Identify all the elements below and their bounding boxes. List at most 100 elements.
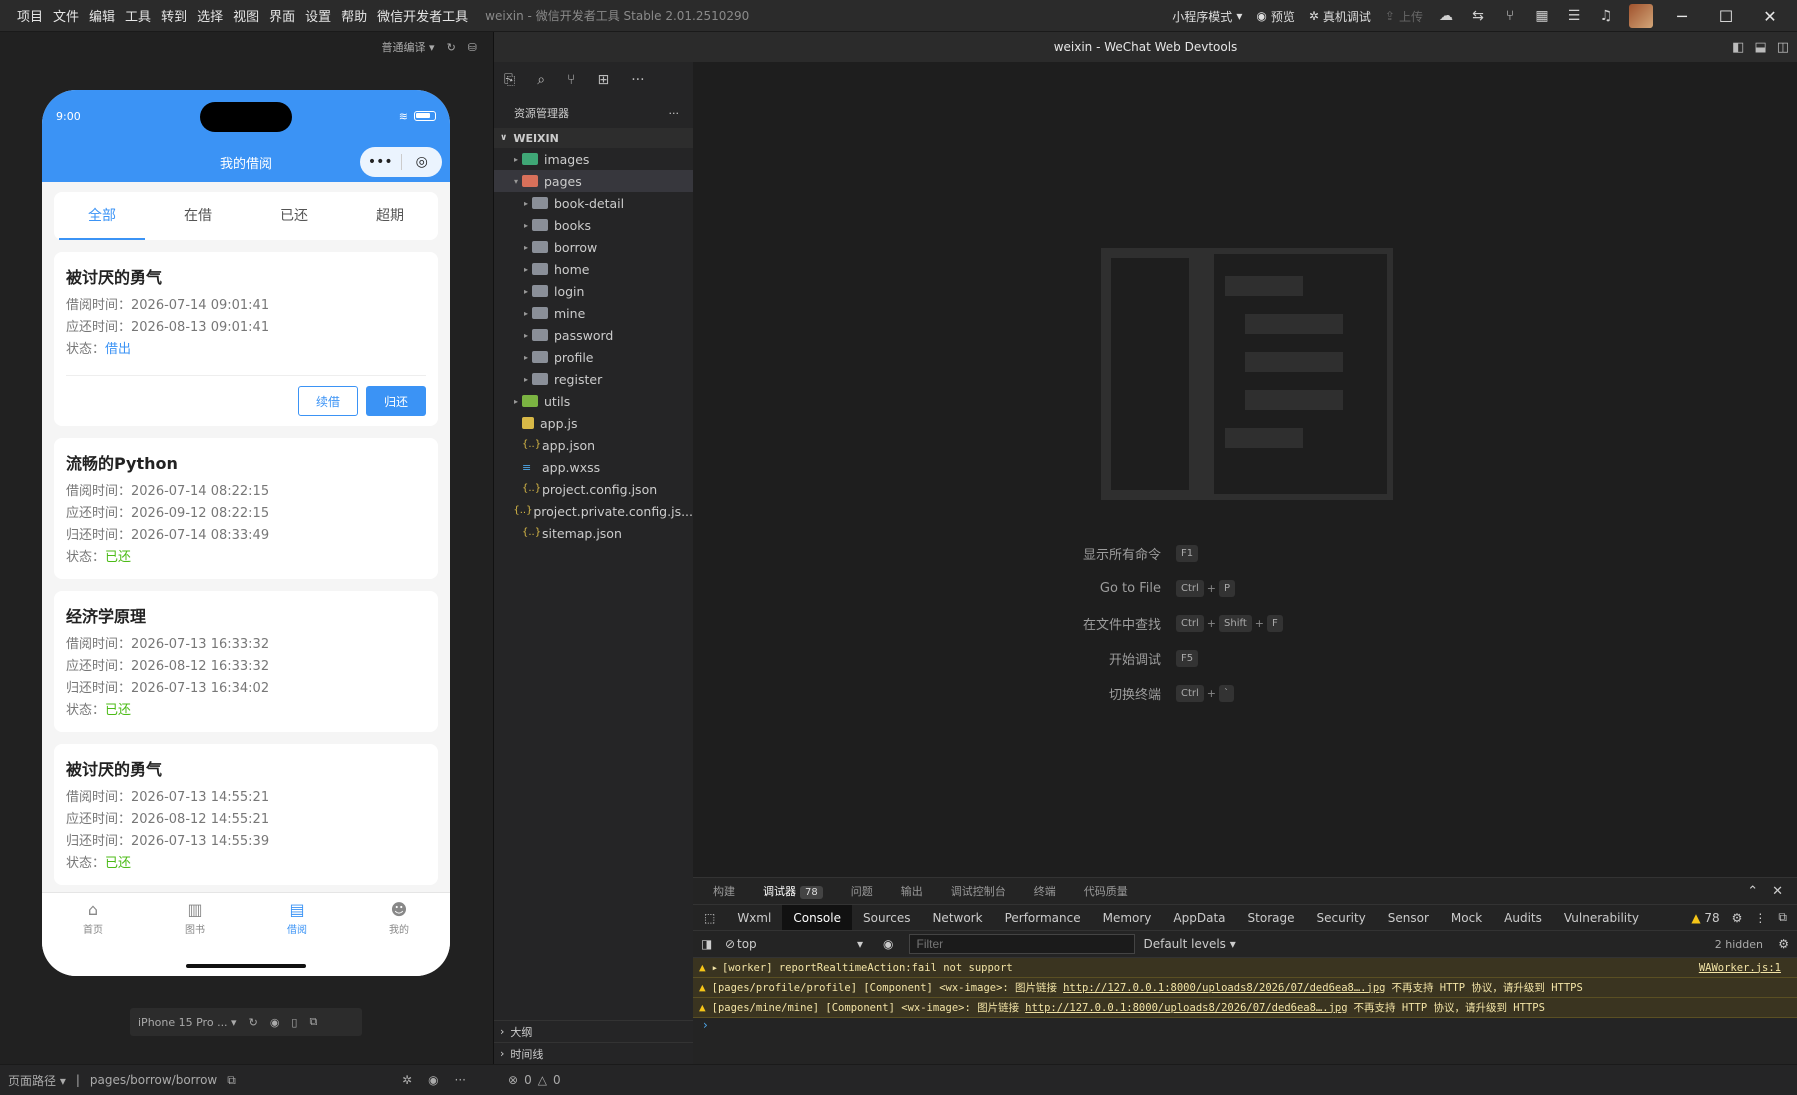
layout-icon[interactable]: ▦ xyxy=(1533,7,1551,25)
file-tree-item[interactable]: ≡ app.wxss xyxy=(494,456,693,478)
tabbar-home[interactable]: ⌂ 首页 xyxy=(42,899,144,976)
upload-button[interactable]: ⇪ 上传 xyxy=(1385,8,1423,25)
rotate-icon[interactable]: ↻ xyxy=(249,1016,258,1029)
avatar[interactable] xyxy=(1629,4,1653,28)
menu-project[interactable]: 项目 xyxy=(12,6,48,25)
menu-tools[interactable]: 工具 xyxy=(120,6,156,25)
preview-button[interactable]: ◉ 预览 xyxy=(1256,8,1295,25)
file-tree-item[interactable]: {..} app.json xyxy=(494,434,693,456)
cloud-icon[interactable]: ☁ xyxy=(1437,7,1455,25)
explorer-root[interactable]: ∨ WEIXIN xyxy=(494,128,693,148)
tab-audits[interactable]: Audits xyxy=(1493,905,1553,931)
tab-storage[interactable]: Storage xyxy=(1237,905,1306,931)
clear-console-icon[interactable]: ⊘ xyxy=(725,937,735,951)
file-tree-item[interactable]: {..} project.private.config.js... xyxy=(494,500,693,522)
file-tree-item[interactable]: ▸ home xyxy=(494,258,693,280)
menu-icon[interactable]: ☰ xyxy=(1565,7,1583,25)
tab-debug-console[interactable]: 调试控制台 xyxy=(951,883,1006,899)
mode-dropdown[interactable]: 小程序模式 ▾ xyxy=(1172,8,1242,25)
tab-returned[interactable]: 已还 xyxy=(246,192,342,240)
expand-triangle-icon[interactable]: ▸ xyxy=(712,962,718,974)
tab-sensor[interactable]: Sensor xyxy=(1377,905,1440,931)
branch-icon[interactable]: ⑂ xyxy=(1501,7,1519,25)
bug-icon[interactable]: ✲ xyxy=(402,1073,412,1087)
tab-code-quality[interactable]: 代码质量 xyxy=(1084,883,1128,899)
real-debug-button[interactable]: ✲ 真机调试 xyxy=(1309,8,1371,25)
tab-console[interactable]: Console xyxy=(782,904,852,931)
tab-terminal[interactable]: 终端 xyxy=(1034,883,1056,899)
console-warning[interactable]: ▲ [pages/mine/mine] [Component] <wx-imag… xyxy=(693,998,1797,1018)
console-prompt[interactable]: › xyxy=(693,1018,1797,1036)
warning-counter[interactable]: ▲ 78 xyxy=(1691,911,1719,925)
copy-icon[interactable]: ⧉ xyxy=(227,1073,236,1088)
outline-section[interactable]: › 大纲 xyxy=(494,1020,693,1042)
file-tree-item[interactable]: ▾ pages xyxy=(494,170,693,192)
files-icon[interactable]: ⎘ xyxy=(504,72,515,88)
sidebar-toggle-icon[interactable]: ◨ xyxy=(701,937,712,951)
menu-select[interactable]: 选择 xyxy=(192,6,228,25)
eye-icon[interactable]: ◉ xyxy=(428,1073,438,1087)
chevron-up-icon[interactable]: ⌃ xyxy=(1747,884,1758,899)
return-button[interactable]: 归还 xyxy=(366,386,426,416)
levels-dropdown[interactable]: Default levels ▾ xyxy=(1143,937,1235,951)
toggle-split-icon[interactable]: ◫ xyxy=(1777,40,1789,55)
inspect-icon[interactable]: ⬚ xyxy=(693,905,726,931)
file-tree-item[interactable]: ▸ book-detail xyxy=(494,192,693,214)
toggle-sidebar-icon[interactable]: ◧ xyxy=(1732,40,1744,55)
phone-icon[interactable]: ▯ xyxy=(291,1016,297,1029)
tab-debugger[interactable]: 调试器 78 xyxy=(763,883,823,899)
file-tree-item[interactable]: ▸ login xyxy=(494,280,693,302)
minimize-icon[interactable]: ─ xyxy=(1667,7,1697,26)
menu-view[interactable]: 视图 xyxy=(228,6,264,25)
popout-icon[interactable]: ⧉ xyxy=(309,1015,317,1029)
tab-output[interactable]: 输出 xyxy=(901,883,923,899)
file-tree-item[interactable]: ▸ register xyxy=(494,368,693,390)
tab-memory[interactable]: Memory xyxy=(1092,905,1163,931)
tab-sources[interactable]: Sources xyxy=(852,905,921,931)
tab-build[interactable]: 构建 xyxy=(713,883,735,899)
tab-vulnerability[interactable]: Vulnerability xyxy=(1553,905,1650,931)
context-select[interactable]: top ▾ xyxy=(723,937,863,951)
file-tree-item[interactable]: {..} project.config.json xyxy=(494,478,693,500)
tabbar-mine[interactable]: ☻ 我的 xyxy=(348,899,450,976)
console-warning[interactable]: ▲ ▸ [worker] reportRealtimeAction:fail n… xyxy=(693,958,1797,978)
tab-wxml[interactable]: Wxml xyxy=(726,905,782,931)
maximize-icon[interactable]: ☐ xyxy=(1711,7,1741,26)
more-icon[interactable]: ··· xyxy=(455,1073,466,1087)
eye-icon[interactable]: ◉ xyxy=(883,937,893,951)
device-select[interactable]: iPhone 15 Pro ... ▾ xyxy=(138,1016,237,1029)
clear-cache-icon[interactable]: ⛁ xyxy=(468,41,477,54)
file-tree-item[interactable]: ▸ utils xyxy=(494,390,693,412)
log-url-link[interactable]: http://127.0.0.1:8000/uploads8/2026/07/d… xyxy=(1025,1002,1347,1014)
log-source-link[interactable]: WAWorker.js:1 xyxy=(1699,962,1781,974)
tab-borrowing[interactable]: 在借 xyxy=(150,192,246,240)
tab-problems[interactable]: 问题 xyxy=(851,883,873,899)
tab-performance[interactable]: Performance xyxy=(994,905,1092,931)
borrow-card[interactable]: 被讨厌的勇气 借阅时间：2026-07-14 09:01:41 应还时间：202… xyxy=(54,252,438,426)
menu-file[interactable]: 文件 xyxy=(48,6,84,25)
menu-edit[interactable]: 编辑 xyxy=(84,6,120,25)
bell-icon[interactable]: ♫ xyxy=(1597,7,1615,25)
console-warning[interactable]: ▲ [pages/profile/profile] [Component] <w… xyxy=(693,978,1797,998)
borrow-card[interactable]: 经济学原理 借阅时间：2026-07-13 16:33:32 应还时间：2026… xyxy=(54,591,438,732)
close-icon[interactable]: ✕ xyxy=(1755,7,1785,26)
refresh-icon[interactable]: ↻ xyxy=(447,41,456,54)
file-tree-item[interactable]: ▸ password xyxy=(494,324,693,346)
toggle-panel-icon[interactable]: ⬓ xyxy=(1754,40,1766,55)
tab-appdata[interactable]: AppData xyxy=(1162,905,1236,931)
borrow-card[interactable]: 流畅的Python 借阅时间：2026-07-14 08:22:15 应还时间：… xyxy=(54,438,438,579)
more-icon[interactable]: ••• xyxy=(360,154,401,170)
renew-button[interactable]: 续借 xyxy=(298,386,358,416)
menu-settings[interactable]: 设置 xyxy=(300,6,336,25)
file-tree-item[interactable]: {..} sitemap.json xyxy=(494,522,693,544)
borrow-card[interactable]: 被讨厌的勇气 借阅时间：2026-07-13 14:55:21 应还时间：202… xyxy=(54,744,438,885)
source-control-icon[interactable]: ⑂ xyxy=(567,72,575,88)
more-icon[interactable]: ··· xyxy=(631,72,644,88)
filter-input[interactable] xyxy=(909,934,1136,954)
search-icon[interactable]: ⌕ xyxy=(537,72,545,88)
swap-icon[interactable]: ⇆ xyxy=(1469,7,1487,25)
file-tree-item[interactable]: ▸ profile xyxy=(494,346,693,368)
record-icon[interactable]: ◉ xyxy=(270,1016,280,1029)
compile-mode-dropdown[interactable]: 普通编译 ▾ xyxy=(382,39,435,55)
problems-summary[interactable]: ⊗ 0 △ 0 xyxy=(508,1073,561,1087)
